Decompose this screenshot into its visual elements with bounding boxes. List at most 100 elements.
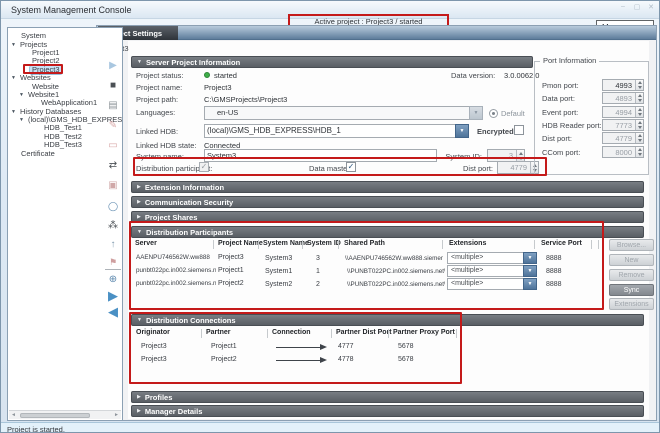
hdb-reader-port-stepper[interactable]: 7773 — [602, 119, 644, 131]
dropdown-icon[interactable]: ▼ — [523, 278, 537, 290]
pmon-port-stepper[interactable]: 4993 — [602, 79, 644, 91]
spinner-icon[interactable] — [635, 133, 643, 143]
distribution-network-icon[interactable]: ⁂ — [101, 219, 125, 234]
column-header-connection[interactable]: Connection — [272, 329, 311, 336]
section-communication-security[interactable]: ▶ Communication Security — [131, 196, 644, 208]
scroll-left-icon[interactable]: ◄ — [9, 412, 18, 418]
event-port-stepper[interactable]: 4994 — [602, 106, 644, 118]
deactivate-back-icon[interactable]: ◀ — [101, 305, 125, 320]
port-information-title: Port Information — [540, 56, 599, 65]
activate-forward-icon[interactable]: ▶ — [101, 289, 125, 304]
pin-project-icon[interactable]: ⚑ — [101, 255, 125, 270]
encrypted-checkbox[interactable] — [514, 125, 524, 135]
tree-item-project1[interactable]: Project1 — [8, 49, 122, 57]
section-extension-information[interactable]: ▶ Extension Information — [131, 181, 644, 193]
spinner-icon[interactable] — [635, 80, 643, 90]
upgrade-project-icon[interactable]: ↑ — [101, 238, 125, 253]
dist-port-info-value: 4779 — [615, 134, 632, 143]
spinner-icon[interactable] — [635, 93, 643, 103]
link-hdb-icon[interactable]: ⇄ — [101, 159, 125, 174]
extensions-dropdown[interactable]: <multiple> ▼ — [447, 265, 537, 277]
tree-horizontal-scrollbar[interactable]: ◄ ► — [9, 410, 121, 419]
column-header-service-port[interactable]: Service Port — [541, 240, 582, 247]
column-separator — [591, 240, 592, 249]
chevron-down-icon: ▼ — [137, 60, 142, 65]
extensions-dropdown[interactable]: <multiple> ▼ — [447, 278, 537, 290]
section-title: Profiles — [145, 393, 173, 402]
languages-dropdown-icon[interactable]: ▼ — [469, 106, 483, 120]
browse-button[interactable]: Browse... — [609, 239, 654, 251]
column-header-project-name[interactable]: Project Name — [218, 240, 263, 247]
section-distribution-connections[interactable]: ▼ Distribution Connections — [131, 314, 644, 326]
section-manager-details[interactable]: ▶ Manager Details — [131, 405, 644, 417]
column-header-shared-path[interactable]: Shared Path — [344, 240, 385, 247]
column-header-partner-proxy-port[interactable]: Partner Proxy Port — [393, 329, 455, 336]
chevron-down-icon[interactable]: ▼ — [17, 91, 26, 99]
extensions-value: <multiple> — [451, 267, 483, 274]
scrollbar-thumb[interactable] — [20, 413, 90, 418]
button-label: New — [624, 257, 638, 264]
chevron-down-icon[interactable]: ▼ — [17, 116, 26, 124]
copy-project-icon[interactable]: ▤ — [101, 99, 125, 114]
extensions-dropdown[interactable]: <multiple> ▼ — [447, 252, 537, 264]
ccom-port-stepper[interactable]: 8000 — [602, 146, 644, 158]
cell-service-port: 8888 — [546, 255, 562, 262]
column-header-system-id[interactable]: System ID — [307, 240, 341, 247]
dist-port-info-stepper[interactable]: 4779 — [602, 132, 644, 144]
distribution-participant-checkbox[interactable]: ✓ — [199, 162, 209, 172]
linked-hdb-dropdown-icon[interactable]: ▼ — [455, 124, 469, 138]
system-name-field[interactable]: System3 — [204, 149, 437, 162]
languages-combobox[interactable]: en-US — [204, 106, 483, 120]
data-port-stepper[interactable]: 4893 — [602, 92, 644, 104]
dist-port-stepper[interactable]: 4779 — [497, 161, 539, 174]
spinner-icon[interactable] — [516, 150, 524, 161]
maximize-icon[interactable]: ▢ — [631, 3, 643, 11]
section-title: Distribution Participants — [146, 228, 233, 237]
data-master-checkbox[interactable]: ✓ — [346, 162, 356, 172]
edit-project-icon[interactable]: ✎ — [101, 119, 125, 134]
column-header-partner-dist-port[interactable]: Partner Dist Port — [336, 329, 392, 336]
chevron-down-icon[interactable]: ▼ — [9, 108, 18, 116]
spinner-icon[interactable] — [635, 107, 643, 117]
start-project-icon[interactable]: ▶ — [101, 59, 125, 74]
column-header-originator[interactable]: Originator — [136, 329, 170, 336]
spinner-icon[interactable] — [635, 120, 643, 130]
sync-button[interactable]: Sync — [609, 284, 654, 296]
project-status-label: Project status: — [136, 71, 184, 80]
cell-project-name: Project2 — [218, 280, 244, 287]
section-distribution-participants[interactable]: ▼ Distribution Participants — [131, 226, 644, 238]
dropdown-icon[interactable]: ▼ — [523, 265, 537, 277]
column-header-server[interactable]: Server — [135, 240, 157, 247]
column-header-extensions[interactable]: Extensions — [449, 240, 486, 247]
remove-button[interactable]: Remove — [609, 269, 654, 281]
minimize-icon[interactable]: – — [617, 3, 629, 10]
cell-originator: Project3 — [141, 343, 167, 350]
default-language-radio[interactable] — [489, 109, 498, 118]
cell-partner: Project1 — [211, 343, 237, 350]
add-icon[interactable]: ⊕ — [101, 273, 125, 288]
column-separator — [267, 329, 268, 338]
chevron-down-icon[interactable]: ▼ — [9, 74, 18, 82]
section-profiles[interactable]: ▶ Profiles — [131, 391, 644, 403]
tree-item-label: Certificate — [19, 150, 57, 158]
dist-port-info-label: Dist port: — [542, 134, 572, 143]
section-project-shares[interactable]: ▶ Project Shares — [131, 211, 644, 223]
dropdown-icon[interactable]: ▼ — [523, 252, 537, 264]
scroll-right-icon[interactable]: ► — [112, 412, 121, 418]
close-icon[interactable]: ✕ — [645, 3, 657, 11]
cell-system-name: System3 — [265, 255, 292, 262]
linked-hdb-combobox[interactable]: (local)\GMS_HDB_EXPRESS\HDB_1 — [204, 124, 456, 138]
section-server-project-information[interactable]: ▼ Server Project Information — [131, 56, 533, 68]
restore-project-icon[interactable]: ◯ — [101, 199, 125, 214]
spinner-icon[interactable] — [635, 147, 643, 157]
extensions-button[interactable]: Extensions — [609, 298, 654, 310]
save-project-icon[interactable]: ▣ — [101, 179, 125, 194]
new-button[interactable]: New — [609, 254, 654, 266]
section-title: Server Project Information — [146, 58, 240, 67]
toolbar-separator — [105, 269, 121, 270]
chevron-down-icon[interactable]: ▼ — [9, 41, 18, 49]
display-project-icon[interactable]: ▭ — [101, 139, 125, 154]
stop-project-icon[interactable]: ■ — [101, 79, 125, 94]
column-header-partner[interactable]: Partner — [206, 329, 231, 336]
tree-item-projects[interactable]: ▼Projects — [8, 40, 122, 48]
